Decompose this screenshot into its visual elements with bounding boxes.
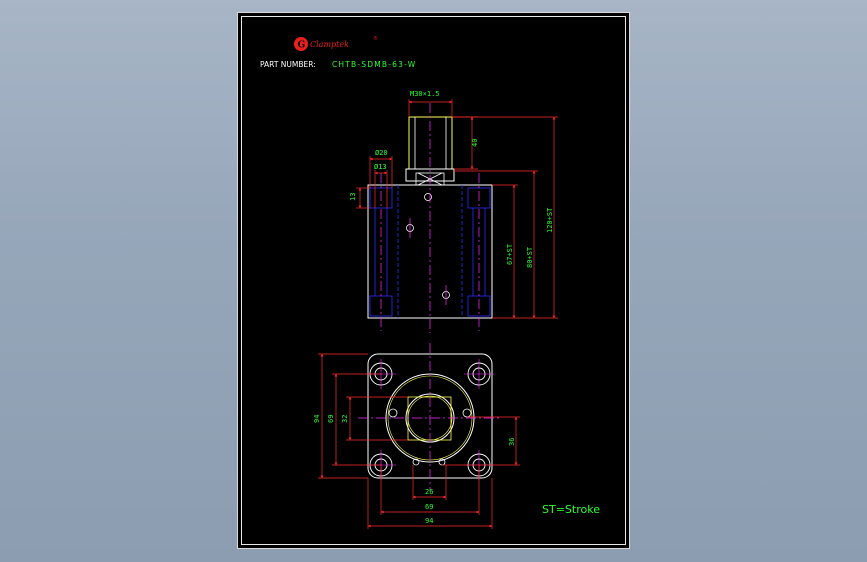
- dim-body-height: 67+ST: [506, 243, 514, 265]
- drawing-sheet: G Clamptek ® PART NUMBER: CHTB-SDMB-63-W: [237, 12, 630, 549]
- side-view: [367, 103, 493, 333]
- top-view-dimensions: [318, 353, 520, 529]
- dim-hole-spacing-horizontal: 69: [425, 503, 433, 511]
- technical-drawing: G Clamptek ® PART NUMBER: CHTB-SDMB-63-W: [260, 35, 600, 529]
- dim-port-spacing-horizontal: 26: [425, 488, 433, 496]
- dim-rod-length: 40: [471, 139, 479, 147]
- dim-body-port-height: 80+ST: [526, 246, 534, 268]
- logo-mark: G: [298, 41, 306, 51]
- logo-brand: Clamptek: [310, 40, 349, 49]
- dim-width-horizontal: 94: [425, 517, 433, 525]
- part-number-label: PART NUMBER:: [260, 60, 316, 69]
- dim-thread: M30×1.5: [410, 90, 440, 98]
- stroke-note: ST=Stroke: [542, 503, 600, 516]
- dim-width-vertical: 94: [313, 415, 321, 423]
- dim-dia-inner: Ø13: [374, 163, 387, 171]
- clamptek-logo: G Clamptek ®: [294, 35, 378, 51]
- logo-registered: ®: [373, 35, 378, 42]
- dim-counterbore: 13: [349, 193, 357, 201]
- dim-dia-outer: Ø20: [375, 149, 388, 157]
- dim-total-height: 120+ST: [546, 207, 554, 233]
- dim-port-spacing-vertical: 32: [341, 415, 349, 423]
- dim-hole-spacing-vertical: 69: [327, 415, 335, 423]
- part-number-value: CHTB-SDMB-63-W: [332, 60, 416, 69]
- side-view-dimensions: [356, 99, 558, 319]
- dim-offset-36: 36: [508, 438, 516, 446]
